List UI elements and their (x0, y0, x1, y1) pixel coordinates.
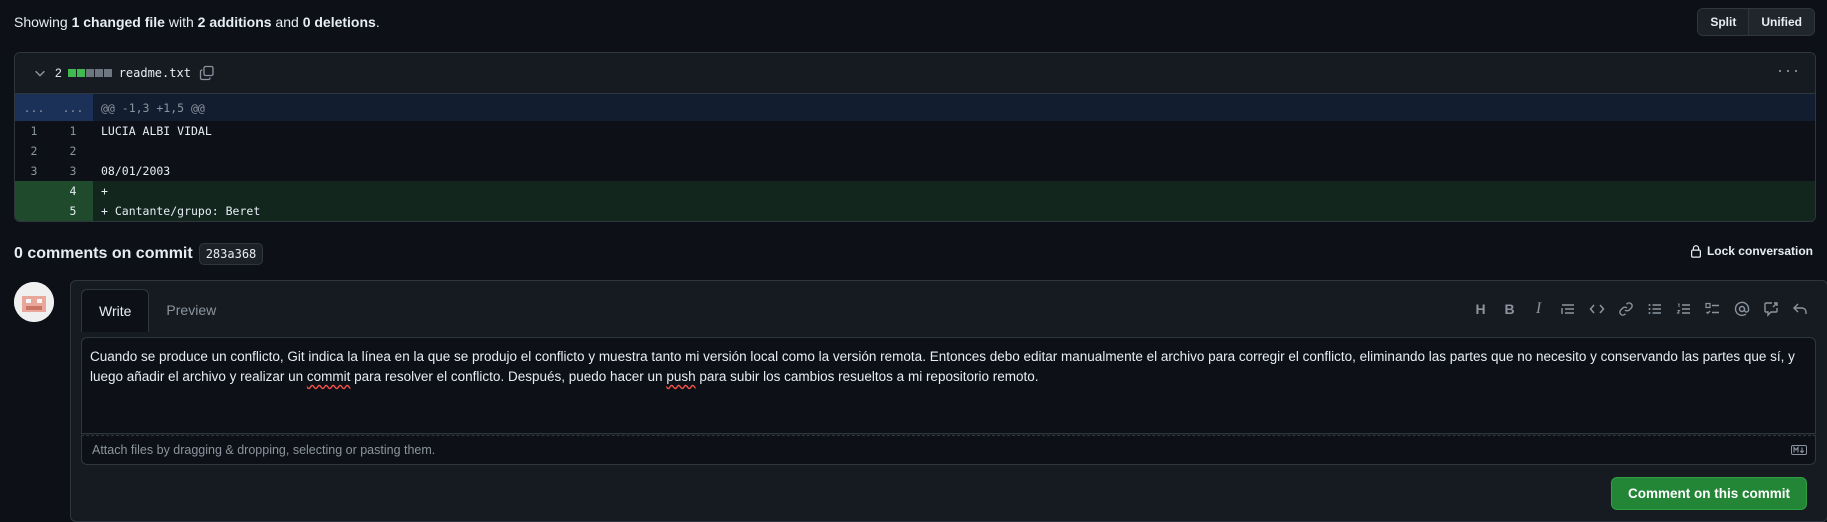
chevron-down-icon[interactable] (33, 66, 47, 80)
markdown-toolbar: H B I (1471, 299, 1809, 318)
bold-icon[interactable]: B (1500, 299, 1519, 318)
editor-tabs: Write Preview (81, 289, 233, 332)
quote-icon[interactable] (1558, 299, 1577, 318)
cross-reference-icon[interactable] (1761, 299, 1780, 318)
italic-icon[interactable]: I (1529, 299, 1548, 318)
hunk-text: @@ -1,3 +1,5 @@ (93, 94, 1815, 121)
ordered-list-icon[interactable] (1674, 299, 1693, 318)
deletions-count: 0 deletions (302, 14, 376, 30)
diff-line: 2 2 (15, 141, 1815, 161)
diff-view-toggle: Split Unified (1697, 8, 1815, 36)
reply-icon[interactable] (1790, 299, 1809, 318)
diff-file: 2 readme.txt ··· ... ... @@ -1,3 +1,5 @@… (14, 52, 1816, 222)
avatar[interactable] (14, 282, 54, 322)
split-view-button[interactable]: Split (1698, 9, 1750, 35)
diff-line: 3 3 08/01/2003 (15, 161, 1815, 181)
copy-icon[interactable] (199, 65, 215, 81)
comments-heading: 0 comments on commit 283a368 (14, 243, 264, 265)
additions-count: 2 additions (197, 14, 272, 30)
more-options-icon[interactable]: ··· (1777, 61, 1801, 79)
expand-down-icon[interactable]: ... (53, 94, 93, 121)
unordered-list-icon[interactable] (1645, 299, 1664, 318)
comment-textarea[interactable]: Cuando se produce un conflicto, Git indi… (81, 337, 1816, 434)
diffstat-blocks (67, 69, 112, 77)
change-count: 2 (55, 66, 62, 80)
tab-preview[interactable]: Preview (149, 289, 233, 332)
lock-conversation-button[interactable]: Lock conversation (1689, 244, 1813, 258)
comment-on-commit-button[interactable]: Comment on this commit (1610, 477, 1807, 510)
avatar-image (14, 282, 54, 322)
commit-sha[interactable]: 283a368 (198, 243, 264, 265)
comment-editor: Write Preview H B I Cuando se produce un… (70, 280, 1827, 522)
diff-line-added: 4 + (15, 181, 1815, 201)
task-list-icon[interactable] (1703, 299, 1722, 318)
link-icon[interactable] (1616, 299, 1635, 318)
tab-write[interactable]: Write (81, 289, 150, 332)
file-name[interactable]: readme.txt (119, 66, 191, 80)
mention-icon[interactable] (1732, 299, 1751, 318)
file-header: 2 readme.txt ··· (15, 53, 1815, 94)
code-icon[interactable] (1587, 299, 1606, 318)
diff-line-added: 5 + Cantante/grupo: Beret (15, 201, 1815, 221)
attach-files-area[interactable]: Attach files by dragging & dropping, sel… (81, 435, 1816, 465)
diff-table: ... ... @@ -1,3 +1,5 @@ 1 1 LUCIA ALBI V… (15, 94, 1815, 221)
lock-icon (1690, 245, 1701, 258)
diff-line: 1 1 LUCIA ALBI VIDAL (15, 121, 1815, 141)
hunk-header: ... ... @@ -1,3 +1,5 @@ (15, 94, 1815, 121)
diff-summary: Showing 1 changed file with 2 additions … (14, 14, 380, 30)
heading-icon[interactable]: H (1471, 299, 1490, 318)
markdown-icon[interactable] (1791, 445, 1807, 455)
changed-files-count: 1 changed file (71, 14, 165, 30)
expand-up-icon[interactable]: ... (15, 94, 53, 121)
unified-view-button[interactable]: Unified (1749, 9, 1814, 35)
